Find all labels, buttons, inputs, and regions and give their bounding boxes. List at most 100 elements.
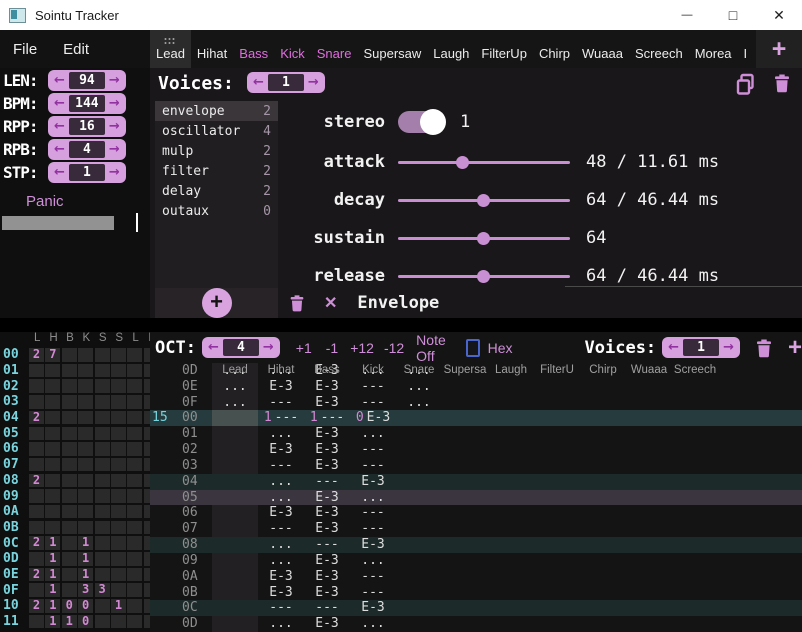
order-cell[interactable] xyxy=(78,348,93,362)
pattern-cell[interactable]: E-3 xyxy=(304,553,350,569)
pattern-cell[interactable]: --- xyxy=(350,442,396,458)
stepper-decrease-arrow[interactable]: ← xyxy=(50,93,69,114)
order-cell[interactable] xyxy=(45,427,60,441)
pattern-cell[interactable]: E-3 xyxy=(258,569,304,585)
order-cell[interactable] xyxy=(111,505,126,519)
order-cell[interactable] xyxy=(62,474,77,488)
stepper-increase-arrow[interactable]: → xyxy=(105,93,124,114)
order-cell[interactable]: 2 xyxy=(29,411,44,425)
menu-file[interactable]: File xyxy=(13,41,37,58)
order-cell[interactable] xyxy=(45,474,60,488)
slider-handle[interactable] xyxy=(456,156,469,169)
order-cell[interactable]: 1 xyxy=(45,615,60,629)
sustain-slider[interactable] xyxy=(398,237,570,240)
order-cell[interactable] xyxy=(62,489,77,503)
order-cell[interactable] xyxy=(78,379,93,393)
order-cell[interactable] xyxy=(95,442,110,456)
pattern-cell[interactable]: ... xyxy=(212,363,258,379)
order-cell[interactable] xyxy=(78,458,93,472)
order-cell[interactable] xyxy=(111,411,126,425)
pattern-cell[interactable]: --- xyxy=(350,585,396,601)
order-cell[interactable] xyxy=(62,442,77,456)
pattern-cell[interactable]: ... xyxy=(258,537,304,553)
tab-morea[interactable]: Morea xyxy=(689,30,738,68)
order-cell[interactable] xyxy=(29,521,44,535)
stepper-decrease-arrow[interactable]: ← xyxy=(50,162,69,183)
order-cell[interactable]: 1 xyxy=(45,536,60,550)
stereo-toggle[interactable] xyxy=(398,111,444,133)
order-cell[interactable] xyxy=(111,615,126,629)
unit-row-mulp[interactable]: mulp2 xyxy=(155,141,278,161)
close-button[interactable]: ✕ xyxy=(756,0,802,30)
octave-stepper[interactable]: ←4→ xyxy=(202,337,280,358)
order-cell[interactable]: 3 xyxy=(95,583,110,597)
params-scrollbar[interactable] xyxy=(565,286,802,287)
order-cell[interactable]: 2 xyxy=(29,536,44,550)
order-cell[interactable] xyxy=(78,427,93,441)
order-cell[interactable] xyxy=(95,599,110,613)
order-cell[interactable] xyxy=(45,505,60,519)
pattern-cell[interactable]: ... xyxy=(212,395,258,411)
order-cell[interactable] xyxy=(111,521,126,535)
delete-instrument-button[interactable] xyxy=(772,73,792,93)
order-cell[interactable] xyxy=(29,442,44,456)
pattern-cell[interactable]: E-3 xyxy=(350,537,396,553)
order-cell[interactable] xyxy=(62,427,77,441)
pattern-cell[interactable]: --- xyxy=(350,395,396,411)
order-cell[interactable] xyxy=(111,536,126,550)
pattern-cell[interactable]: --- xyxy=(258,458,304,474)
pattern-cell[interactable]: E-3 xyxy=(304,458,350,474)
order-cell[interactable] xyxy=(29,583,44,597)
order-cell[interactable] xyxy=(29,552,44,566)
pattern-cell[interactable]: 1--- xyxy=(258,410,304,426)
hex-checkbox[interactable] xyxy=(466,339,480,357)
order-cell[interactable] xyxy=(62,348,77,362)
order-cell[interactable] xyxy=(45,521,60,535)
order-cell[interactable] xyxy=(95,552,110,566)
order-cell[interactable] xyxy=(111,474,126,488)
order-cell[interactable]: 2 xyxy=(29,568,44,582)
pattern-cell[interactable]: E-3 xyxy=(304,442,350,458)
order-cell[interactable]: 1 xyxy=(62,615,77,629)
order-cell[interactable]: 2 xyxy=(29,474,44,488)
tab-bass[interactable]: Bass xyxy=(233,30,274,68)
order-cell[interactable] xyxy=(127,348,142,362)
tab-kick[interactable]: Kick xyxy=(274,30,311,68)
pattern-cell[interactable]: ... xyxy=(396,363,442,379)
stepper-decrease-arrow[interactable]: ← xyxy=(50,116,69,137)
order-cell[interactable] xyxy=(127,411,142,425)
order-cell[interactable]: 1 xyxy=(45,568,60,582)
order-cell[interactable]: 0 xyxy=(78,599,93,613)
order-cell[interactable] xyxy=(127,568,142,582)
order-cell[interactable] xyxy=(127,364,142,378)
pattern-cell[interactable]: E-3 xyxy=(258,585,304,601)
delete-unit-button[interactable] xyxy=(288,294,306,312)
order-cell[interactable] xyxy=(62,521,77,535)
tab-i[interactable]: I xyxy=(738,30,754,68)
pattern-cell[interactable]: E-3 xyxy=(350,474,396,490)
tab-snare[interactable]: Snare xyxy=(311,30,358,68)
pattern-cell[interactable]: --- xyxy=(304,474,350,490)
track-voices-stepper[interactable]: ←1→ xyxy=(662,337,740,358)
order-cell[interactable] xyxy=(127,552,142,566)
order-cell[interactable] xyxy=(62,379,77,393)
order-cell[interactable] xyxy=(45,458,60,472)
transpose-down-12-button[interactable]: -12 xyxy=(384,340,404,356)
pattern-cell[interactable]: ... xyxy=(350,426,396,442)
pattern-cell[interactable]: E-3 xyxy=(304,363,350,379)
copy-instrument-button[interactable] xyxy=(735,73,757,97)
order-cell[interactable] xyxy=(29,458,44,472)
pattern-cell[interactable]: ... xyxy=(350,553,396,569)
pattern-cell[interactable]: 1--- xyxy=(304,410,350,426)
order-cell[interactable] xyxy=(29,427,44,441)
order-cell[interactable] xyxy=(111,442,126,456)
tab-wuaaa[interactable]: Wuaaa xyxy=(576,30,629,68)
slider-handle[interactable] xyxy=(477,270,490,283)
unit-row-outaux[interactable]: outaux0 xyxy=(155,201,278,221)
order-cell[interactable]: 1 xyxy=(111,599,126,613)
order-cell[interactable] xyxy=(78,474,93,488)
pattern-cell[interactable]: ... xyxy=(350,490,396,506)
stepper-increase-arrow[interactable]: → xyxy=(105,139,124,160)
stepper-decrease-arrow[interactable]: ← xyxy=(664,337,683,358)
tab-lead[interactable]: Lead xyxy=(150,30,191,68)
